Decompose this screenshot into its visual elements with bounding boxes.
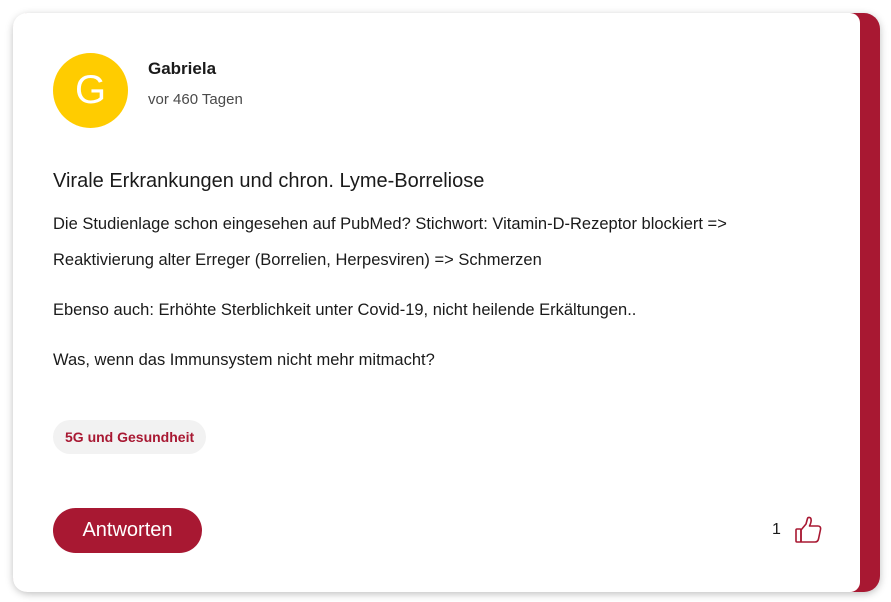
reply-button-label: Antworten <box>82 519 173 541</box>
post-body: Die Studienlage schon eingesehen auf Pub… <box>53 206 823 392</box>
reply-button[interactable]: Antworten <box>53 508 202 553</box>
thumbs-up-icon[interactable] <box>794 515 824 545</box>
topic-tag-label: 5G und Gesundheit <box>65 429 195 445</box>
comment-card-frame: G Gabriela vor 460 Tagen Virale Erkranku… <box>13 13 880 592</box>
post-title: Virale Erkrankungen und chron. Lyme-Borr… <box>53 170 485 192</box>
comment-card: G Gabriela vor 460 Tagen Virale Erkranku… <box>13 13 860 592</box>
avatar-initial: G <box>74 68 107 112</box>
post-paragraph: Die Studienlage schon eingesehen auf Pub… <box>53 215 727 269</box>
post-paragraph: Was, wenn das Immunsystem nicht mehr mit… <box>53 351 435 369</box>
like-count: 1 <box>772 521 781 538</box>
author-name: Gabriela <box>148 59 217 78</box>
post-timestamp: vor 460 Tagen <box>148 91 243 108</box>
topic-tag[interactable]: 5G und Gesundheit <box>53 420 207 454</box>
avatar: G <box>53 53 128 128</box>
post-paragraph: Ebenso auch: Erhöhte Sterblichkeit unter… <box>53 301 637 319</box>
